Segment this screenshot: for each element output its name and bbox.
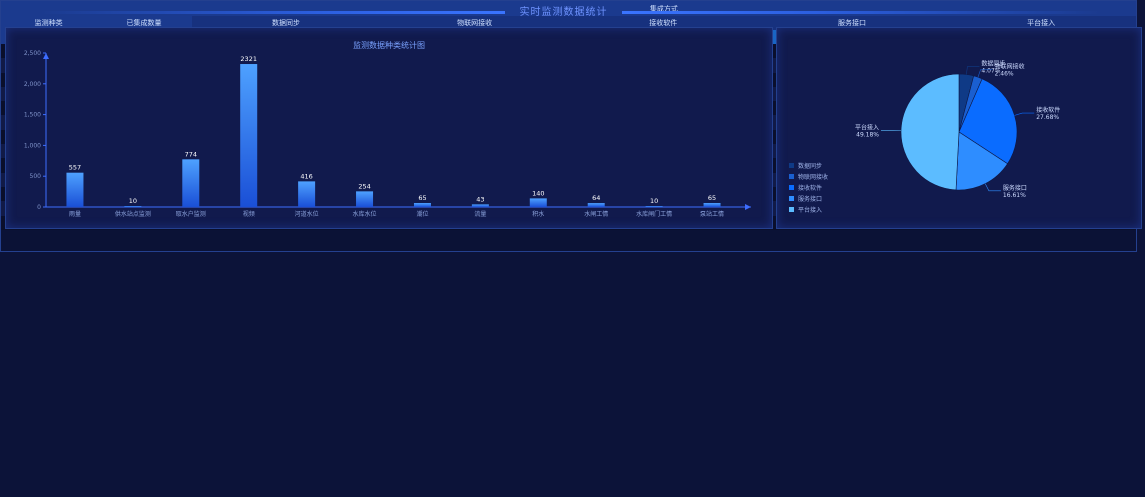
bar — [298, 181, 316, 207]
legend-label: 物联网接收 — [798, 173, 828, 181]
bar-chart: 0 500 1,000 1,500 2,000 2,500 557 雨量 10 供水站点监测 774… — [24, 50, 751, 218]
bar-value-label: 254 — [358, 182, 370, 190]
legend-label: 接收软件 — [798, 184, 822, 192]
pie-label-percent: 16.61% — [1003, 192, 1026, 199]
x-tick-label: 取水户监测 — [176, 210, 206, 218]
y-axis-arrow — [43, 53, 49, 59]
header-decoration-left — [40, 11, 505, 14]
bar — [413, 202, 431, 207]
bar-chart-panel: 监测数据种类统计图 0 500 1,000 1,500 2,000 2,500 557 雨量 1… — [5, 27, 773, 229]
bar-value-label: 43 — [476, 195, 484, 203]
bar-value-label: 64 — [592, 194, 600, 202]
pie-label-percent: 2.46% — [995, 71, 1014, 78]
pie-chart: 数据同步4.07%物联网接收2.46%接收软件27.68%服务接口16.61%平… — [789, 60, 1060, 214]
y-tick-label: 2,500 — [24, 50, 41, 57]
bar — [124, 206, 142, 207]
legend-label: 数据同步 — [798, 162, 822, 170]
bar-value-label: 140 — [532, 189, 544, 197]
pie-slice — [900, 73, 960, 191]
header-decoration-right — [622, 11, 1102, 14]
y-tick-label: 1,000 — [24, 142, 41, 149]
y-tick-label: 500 — [30, 173, 42, 180]
page-title: 实时监测数据统计 — [519, 7, 608, 18]
x-tick-label: 潮位 — [416, 210, 428, 218]
bar — [356, 191, 374, 207]
x-tick-label: 水库水位 — [353, 210, 377, 218]
legend-swatch — [789, 185, 794, 190]
bar-value-label: 774 — [185, 150, 197, 158]
pie-label-name: 物联网接收 — [995, 63, 1025, 71]
x-tick-label: 供水站点监测 — [115, 210, 151, 218]
pie-label-name: 服务接口 — [1003, 184, 1027, 192]
legend-swatch — [789, 163, 794, 168]
bar — [645, 206, 663, 207]
x-axis-arrow — [745, 204, 751, 210]
x-tick-label: 水闸工情 — [584, 210, 608, 218]
bar-value-label: 65 — [708, 194, 716, 202]
bar-value-label: 416 — [300, 172, 312, 180]
y-tick-label: 2,000 — [24, 81, 41, 88]
x-tick-label: 河道水位 — [295, 210, 319, 218]
bar — [471, 204, 489, 207]
bar — [587, 203, 605, 207]
x-tick-label: 视频 — [243, 210, 255, 218]
pie-label-name: 接收软件 — [1036, 106, 1060, 114]
pie-label-percent: 49.18% — [856, 131, 879, 138]
x-tick-label: 水库闸门工情 — [636, 210, 672, 218]
bar-value-label: 65 — [418, 194, 426, 202]
bar — [182, 159, 200, 207]
x-tick-label: 流量 — [474, 210, 486, 218]
x-tick-label: 雨量 — [69, 211, 81, 218]
bar-value-label: 2321 — [240, 55, 257, 63]
bar — [66, 172, 84, 207]
legend-label: 平台接入 — [798, 206, 822, 214]
x-tick-label: 泵站工情 — [700, 210, 724, 218]
y-tick-label: 1,500 — [24, 112, 41, 119]
bar-value-label: 557 — [69, 164, 81, 172]
bar — [703, 202, 721, 207]
pie-leader-line — [1014, 112, 1035, 116]
bar — [240, 64, 258, 207]
pie-leader-line — [985, 183, 1001, 192]
page-header: 实时监测数据统计 — [0, 0, 1145, 26]
bar-value-label: 10 — [129, 197, 137, 205]
legend-swatch — [789, 196, 794, 201]
y-tick-label: 0 — [37, 204, 41, 211]
legend-label: 服务接口 — [798, 195, 822, 203]
pie-label-name: 平台接入 — [855, 123, 879, 131]
pie-label-percent: 27.68% — [1036, 114, 1059, 121]
x-tick-label: 积水 — [532, 210, 544, 218]
legend-swatch — [789, 174, 794, 179]
bar — [529, 198, 547, 207]
legend-swatch — [789, 207, 794, 212]
pie-leader-line — [966, 66, 980, 75]
pie-chart-panel: 数据同步 4.07% 物联网接收 2.46% 接收软件 27.68% 服务接口 16.61% 平… — [776, 27, 1142, 229]
bar-value-label: 10 — [650, 197, 658, 205]
